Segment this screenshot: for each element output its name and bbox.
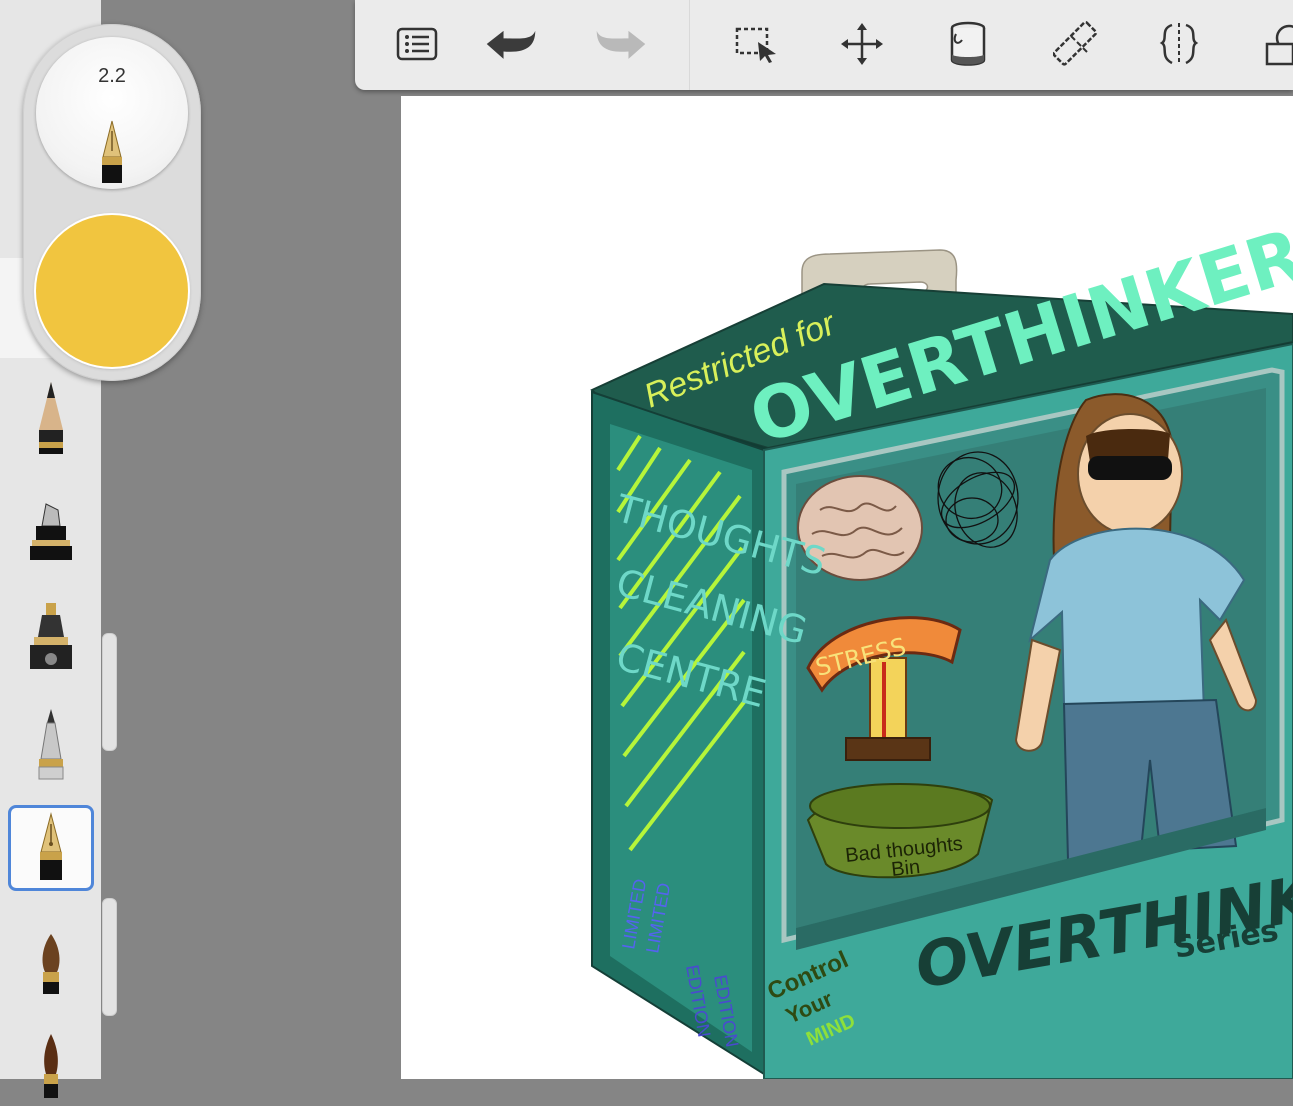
shapes-tool[interactable] — [1261, 18, 1293, 70]
redo-icon — [596, 30, 646, 59]
marker-brush[interactable] — [8, 488, 94, 574]
marker-icon — [30, 503, 72, 560]
fill-tool[interactable] — [940, 18, 996, 70]
brush-size-dial[interactable]: 2.2 — [36, 37, 188, 189]
selection-tool[interactable] — [729, 18, 785, 70]
pencil-brush[interactable] — [8, 375, 94, 461]
transform-tool[interactable] — [834, 18, 890, 70]
palette-scroll-handle-bottom[interactable] — [102, 898, 117, 1016]
fountain-pen-icon — [102, 120, 122, 183]
paintbrush-icon — [42, 934, 60, 994]
undo-icon — [486, 30, 536, 59]
toy-box-artwork: Restricted for OVERTHINKER THOUGHTS CLEA… — [590, 212, 1293, 1079]
paint-bucket-icon — [950, 21, 986, 66]
fine-paintbrush-brush[interactable] — [8, 1020, 94, 1106]
brush-size-value: 2.2 — [98, 65, 126, 87]
toolbar-divider — [689, 0, 690, 90]
drawing-canvas[interactable]: Restricted for OVERTHINKER THOUGHTS CLEA… — [401, 96, 1293, 1079]
airbrush-icon — [30, 603, 72, 669]
fountain-pen-brush[interactable] — [8, 805, 94, 891]
palette-scroll-handle-top[interactable] — [102, 633, 117, 751]
airbrush-brush[interactable] — [8, 594, 94, 680]
ruler-icon — [1053, 20, 1098, 66]
ballpoint-brush[interactable] — [8, 700, 94, 786]
selection-icon — [735, 27, 776, 63]
paintbrush-brush[interactable] — [8, 920, 94, 1006]
ballpoint-icon — [38, 709, 64, 780]
undo-button[interactable] — [483, 18, 539, 70]
ruler-tool[interactable] — [1049, 18, 1105, 70]
brush-puck[interactable]: 2.2 — [23, 24, 201, 381]
symmetry-icon — [1159, 23, 1199, 65]
fountain-pen-icon — [40, 812, 62, 880]
symmetry-tool[interactable] — [1151, 18, 1207, 70]
list-icon — [396, 27, 438, 61]
bin-label-line-2: Bin — [890, 856, 921, 881]
top-toolbar — [355, 0, 1293, 90]
fine-paintbrush-icon — [44, 1034, 58, 1098]
redo-button[interactable] — [593, 18, 649, 70]
layers-list-button[interactable] — [389, 18, 445, 70]
pencil-icon — [39, 382, 63, 454]
color-swatch[interactable] — [36, 215, 188, 367]
shapes-icon — [1265, 24, 1293, 66]
move-icon — [841, 23, 883, 65]
